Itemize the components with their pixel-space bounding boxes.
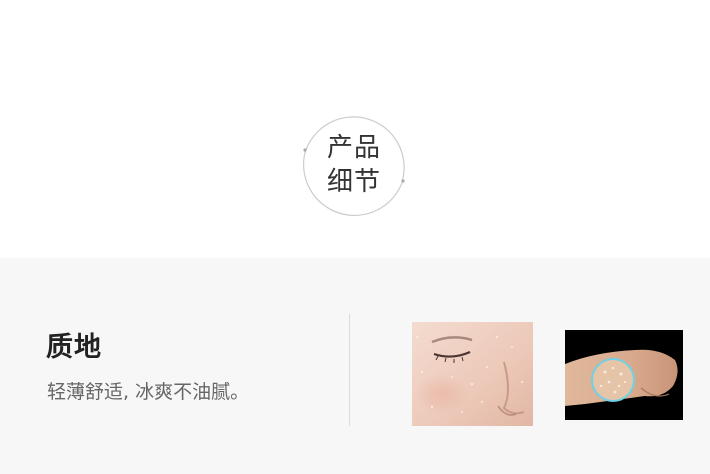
badge-line-1: 产品 [326, 133, 381, 163]
header-section: 产品 细节 [0, 0, 710, 258]
feature-description: 轻薄舒适, 冰爽不油腻。 [47, 381, 250, 403]
badge-label: 产品 细节 [302, 131, 406, 199]
face-photo [412, 322, 533, 426]
feature-title: 质地 [46, 332, 102, 363]
arm-photo [565, 330, 683, 420]
section-divider [349, 314, 350, 426]
section-badge: 产品 细节 [302, 110, 406, 218]
badge-line-2: 细节 [326, 167, 381, 197]
feature-section: 质地 轻薄舒适, 冰爽不油腻。 [0, 258, 710, 474]
